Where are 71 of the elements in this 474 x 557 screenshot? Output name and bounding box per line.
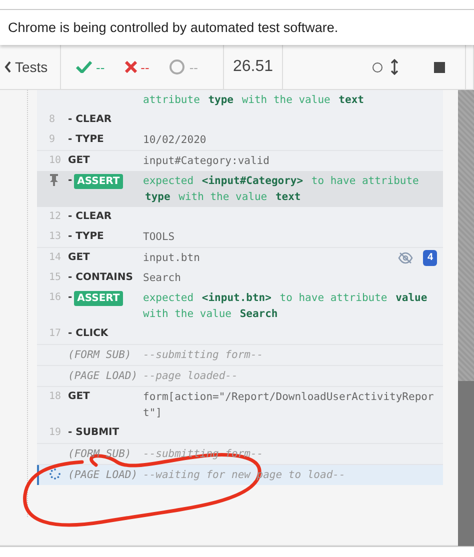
command-message: Search	[143, 271, 182, 286]
command-name: - CLICK	[68, 327, 110, 341]
circle-icon	[169, 59, 186, 75]
dash: -	[68, 174, 72, 188]
stat-count: --	[189, 60, 198, 74]
command-message: --submitting form--	[143, 348, 264, 363]
command-row[interactable]: 8 - CLEAR	[37, 110, 443, 130]
command-name: - SUBMIT	[68, 426, 120, 440]
event-name: (FORM SUB)	[68, 447, 132, 462]
line-number: 16	[48, 291, 62, 305]
command-row[interactable]: 17 - CLICK	[37, 324, 443, 344]
back-button[interactable]: Tests	[4, 59, 48, 75]
dash: -	[68, 291, 72, 305]
spinner-icon	[49, 468, 61, 480]
line-number: 19	[48, 426, 62, 440]
event-name: (PAGE LOAD)	[68, 468, 139, 483]
infobar-text: Chrome is being controlled by automated test software.	[8, 20, 338, 35]
stop-icon[interactable]	[434, 62, 445, 72]
event-name: (PAGE LOAD)	[68, 369, 139, 384]
command-name: ASSERT	[74, 174, 123, 188]
command-name: GET	[68, 390, 91, 404]
count-badge: 4	[423, 250, 437, 266]
command-message: --page loaded--	[143, 369, 239, 384]
command-row[interactable]: 15 - CONTAINS Search	[37, 268, 443, 288]
command-message: input.btn	[143, 251, 201, 266]
line-number: 13	[48, 230, 62, 244]
command-message: form[action="/Report/DownloadUserActivityReport"]	[143, 390, 435, 421]
command-row[interactable]: - ASSERT expected <input#Category> to have attribute type with the value text	[37, 171, 443, 207]
command-row[interactable]: 14 GET input.btn 4	[37, 248, 443, 268]
command-row[interactable]: 13 - TYPE TOOLS	[37, 227, 443, 247]
line-number: 8	[48, 113, 56, 127]
scrollbar-thumb[interactable]	[458, 381, 474, 546]
duration: 26.51	[233, 58, 274, 76]
command-name: ASSERT	[74, 290, 123, 306]
line-number: 15	[48, 271, 62, 285]
command-row[interactable]: 9 - TYPE 10/02/2020	[37, 130, 443, 150]
command-message: 10/02/2020	[143, 133, 208, 148]
command-name: GET	[68, 251, 91, 265]
line-number: 10	[48, 154, 62, 168]
stat-count: --	[140, 60, 150, 74]
command-message: expected <input#Category> to have attribute type with the value text	[143, 174, 420, 205]
command-row[interactable]: 19 - SUBMIT	[37, 423, 443, 443]
resize-icon[interactable]	[391, 59, 398, 75]
command-row[interactable]: 10 GET input#Category:valid	[37, 151, 443, 171]
line-number: 14	[48, 251, 62, 265]
stat-count: --	[96, 60, 105, 74]
command-row[interactable]: 12 - CLEAR	[37, 207, 443, 227]
line-number: 9	[48, 133, 56, 147]
line-number: 12	[48, 210, 62, 224]
command-name: - CONTAINS	[68, 271, 134, 285]
chevron-left-icon	[4, 61, 12, 73]
scrollbar[interactable]	[458, 90, 474, 546]
command-row[interactable]: 18 GET form[action="/Report/DownloadUserActivityReport"]	[37, 387, 443, 423]
check-icon	[76, 61, 92, 73]
command-name: - TYPE	[68, 230, 105, 244]
command-message: expected <input.btn> to have attribute value with the value Search	[143, 291, 428, 322]
command-row[interactable]: 16 - ASSERT expected <input.btn> to have attribute value with the value Search	[37, 288, 443, 324]
cross-icon	[124, 61, 137, 73]
event-name: (FORM SUB)	[68, 348, 132, 363]
command-message: input#Category:valid	[143, 154, 270, 169]
command-name: - CLEAR	[68, 210, 113, 224]
command-message: attribute type with the value text	[143, 93, 365, 108]
command-name: GET	[68, 154, 91, 168]
command-message: TOOLS	[143, 230, 176, 245]
command-name: - TYPE	[68, 133, 105, 147]
line-number: 17	[48, 327, 62, 341]
line-number: 18	[48, 390, 62, 404]
pin-icon	[49, 174, 59, 186]
command-name: - CLEAR	[68, 113, 113, 127]
circle-icon[interactable]	[372, 62, 383, 72]
command-row[interactable]: attribute type with the value text	[37, 90, 443, 110]
